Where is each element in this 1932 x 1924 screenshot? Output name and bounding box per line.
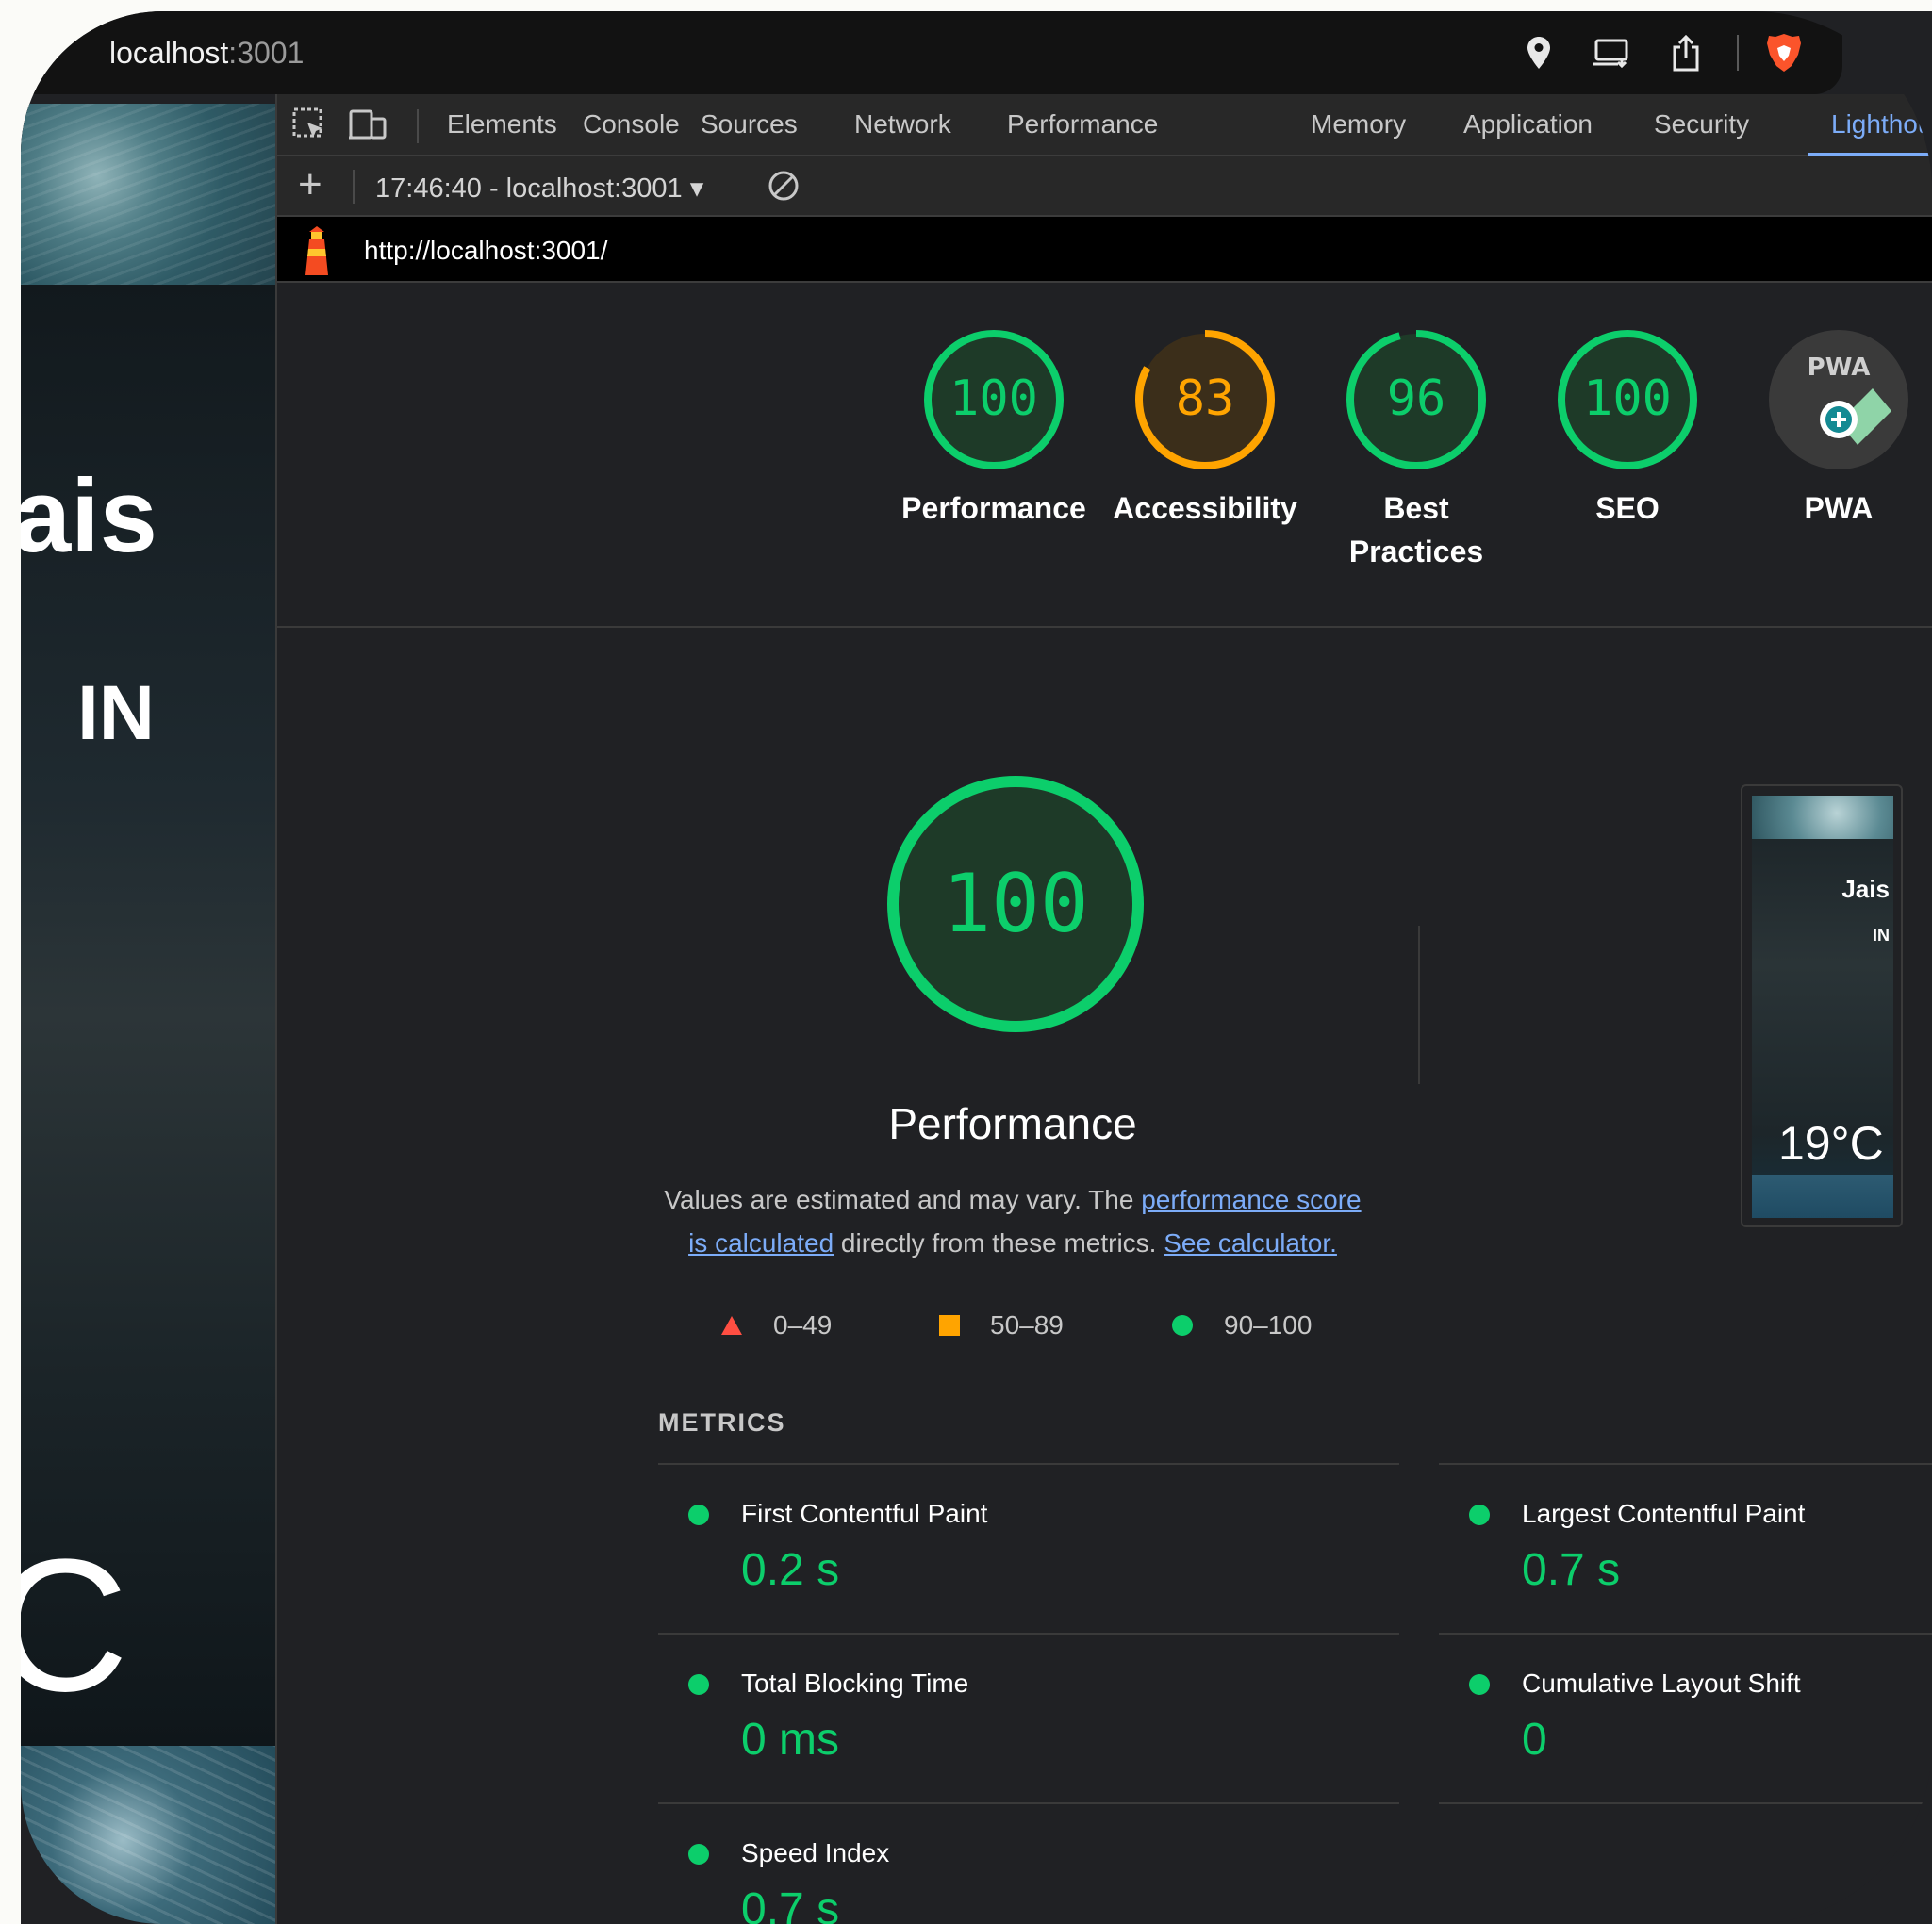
- average-square-icon: [939, 1315, 960, 1336]
- gauge-best-practices[interactable]: 96 Best Practices: [1322, 328, 1511, 573]
- gauge-score: 83: [1176, 370, 1235, 427]
- performance-big-gauge: 100: [884, 773, 1147, 1040]
- final-screenshot-thumbnail[interactable]: Jais IN 19°C: [1741, 784, 1903, 1227]
- tab-elements[interactable]: Elements: [447, 109, 557, 140]
- metric-cls[interactable]: Cumulative Layout Shift 0: [1439, 1633, 1932, 1802]
- metric-fcp[interactable]: First Contentful Paint 0.2 s: [658, 1463, 1399, 1633]
- cast-icon[interactable]: [1593, 34, 1631, 72]
- brave-shield-icon[interactable]: [1765, 34, 1803, 72]
- metric-divider: [1439, 1802, 1932, 1804]
- device-frame: localhost:3001 ais IN C Elements Console…: [21, 11, 1932, 1924]
- pass-dot-icon: [688, 1674, 709, 1695]
- tab-separator: [417, 109, 419, 143]
- pass-dot-icon: [688, 1844, 709, 1865]
- location-pin-icon[interactable]: [1520, 34, 1558, 72]
- metric-si[interactable]: Speed Index 0.7 s: [658, 1802, 1399, 1924]
- legend-average: 50–89: [939, 1310, 1064, 1340]
- metric-value: 0.7 s: [1522, 1545, 1621, 1595]
- city-name: ais: [21, 458, 157, 574]
- pass-dot-icon: [1469, 1674, 1490, 1695]
- pass-dot-icon: [1469, 1505, 1490, 1525]
- legend-pass: 90–100: [1171, 1310, 1312, 1340]
- fail-triangle-icon: [721, 1316, 742, 1335]
- pass-circle-icon: [1172, 1315, 1193, 1336]
- lighthouse-logo-icon: [298, 226, 336, 277]
- metric-tbt[interactable]: Total Blocking Time 0 ms: [658, 1633, 1399, 1802]
- metric-name: First Contentful Paint: [741, 1499, 988, 1528]
- thumbnail-ocean-bottom: [1752, 1175, 1893, 1218]
- metric-name: Total Blocking Time: [741, 1669, 969, 1698]
- tab-console[interactable]: Console: [583, 109, 680, 140]
- tab-performance[interactable]: Performance: [1007, 109, 1158, 140]
- device-toolbar-icon[interactable]: [349, 106, 390, 147]
- lighthouse-toolbar: + 17:46:40 - localhost:3001 ▾: [277, 156, 1932, 217]
- metric-value: 0: [1522, 1715, 1547, 1765]
- ocean-image-bottom: [21, 1746, 275, 1924]
- tab-sources[interactable]: Sources: [701, 109, 798, 140]
- tab-security[interactable]: Security: [1654, 109, 1749, 140]
- metrics-heading: METRICS: [658, 1408, 786, 1437]
- gauge-accessibility[interactable]: 83 Accessibility: [1111, 328, 1299, 530]
- gauge-label: Accessibility: [1113, 491, 1297, 525]
- metric-value: 0.7 s: [741, 1884, 840, 1924]
- page-preview: ais IN C: [21, 104, 275, 1924]
- metric-value: 0.2 s: [741, 1545, 840, 1595]
- share-icon[interactable]: [1667, 34, 1705, 72]
- new-report-button[interactable]: +: [298, 164, 322, 206]
- category-gauges: 100 Performance 83 Accessibility 96 Best…: [277, 283, 1932, 628]
- temperature-unit: C: [21, 1521, 129, 1731]
- metric-lcp[interactable]: Largest Contentful Paint 0.7 s: [1439, 1463, 1932, 1633]
- report-url[interactable]: http://localhost:3001/: [364, 236, 607, 266]
- gauge-label: SEO: [1595, 491, 1660, 525]
- clear-reports-icon[interactable]: [768, 170, 800, 202]
- pwa-badge-text: PWA: [1808, 354, 1871, 382]
- tab-lighthouse[interactable]: Lighthous: [1831, 109, 1932, 140]
- thumbnail-country: IN: [1873, 926, 1890, 945]
- report-url-row: http://localhost:3001/: [277, 217, 1932, 283]
- country-code: IN: [77, 670, 155, 756]
- gauge-score: 96: [1387, 370, 1446, 427]
- gauge-score: 100: [1583, 370, 1672, 427]
- gauge-label: Performance: [901, 491, 1086, 525]
- devtools-panel: Elements Console Sources Network Perform…: [275, 94, 1932, 1924]
- gauge-pwa[interactable]: PWA PWA: [1744, 328, 1932, 530]
- performance-description: Values are estimated and may vary. The p…: [664, 1185, 1362, 1258]
- address-host[interactable]: localhost:3001: [109, 36, 304, 71]
- thumbnail-temperature: 19°C: [1778, 1117, 1884, 1170]
- tab-application[interactable]: Application: [1463, 109, 1593, 140]
- report-select[interactable]: 17:46:40 - localhost:3001 ▾: [375, 172, 703, 205]
- thumbnail-city: Jais: [1841, 875, 1890, 903]
- metric-name: Largest Contentful Paint: [1522, 1499, 1806, 1528]
- gauge-seo[interactable]: 100 SEO: [1533, 328, 1722, 530]
- toolbar-separator: [353, 170, 355, 204]
- thumbnail-ocean-top: [1752, 796, 1893, 839]
- pass-dot-icon: [688, 1505, 709, 1525]
- gauge-score: 100: [949, 370, 1038, 427]
- tab-memory[interactable]: Memory: [1311, 109, 1406, 140]
- ocean-image-top: [21, 104, 275, 285]
- legend-fail: 0–49: [720, 1310, 832, 1340]
- browser-address-bar[interactable]: localhost:3001: [21, 11, 1842, 94]
- inspect-element-icon[interactable]: [290, 106, 332, 147]
- performance-heading: Performance: [888, 1099, 1137, 1148]
- toolbar-separator: [1737, 35, 1739, 71]
- devtools-tab-bar: Elements Console Sources Network Perform…: [277, 94, 1932, 156]
- gauge-label: PWA: [1804, 491, 1874, 525]
- tab-network[interactable]: Network: [854, 109, 951, 140]
- gauge-label: Best Practices: [1348, 491, 1484, 568]
- metric-name: Speed Index: [741, 1838, 890, 1867]
- see-calculator-link[interactable]: See calculator.: [1164, 1228, 1337, 1258]
- metric-name: Cumulative Layout Shift: [1522, 1669, 1801, 1698]
- metric-value: 0 ms: [741, 1715, 840, 1765]
- gauge-performance[interactable]: 100 Performance: [900, 328, 1088, 530]
- performance-score: 100: [942, 857, 1088, 951]
- section-divider: [1418, 926, 1420, 1084]
